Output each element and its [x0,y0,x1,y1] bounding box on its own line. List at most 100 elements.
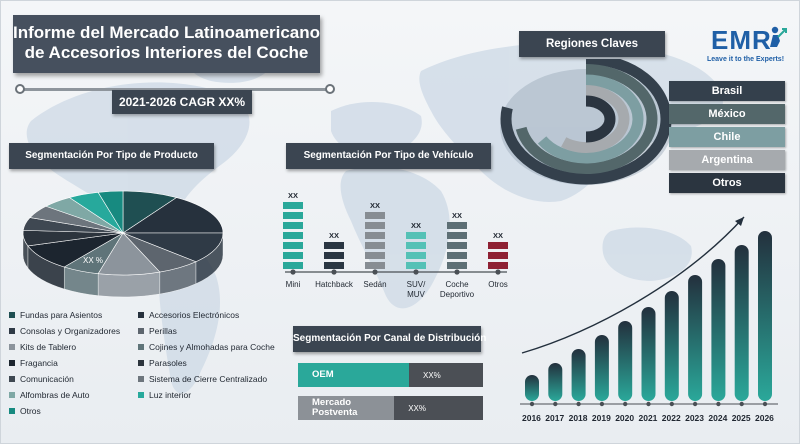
forecast-year-label: 2018 [568,413,588,423]
vehicle-bar-block [365,222,385,229]
legend-label: Comunicación [20,374,74,384]
legend-swatch [9,344,15,350]
person-arrow-icon [770,26,787,47]
distribution-bar-oem: OEM XX% [298,363,483,387]
infographic: Informe del Mercado Latinoamericano de A… [0,0,800,444]
vehicle-bar-block [283,262,303,269]
product-pie-chart: XX % [22,190,224,298]
legend-label: Kits de Tablero [20,342,77,352]
legend-item: Comunicación [9,374,74,384]
divider-dot [15,84,25,94]
legend-item: Cojines y Almohadas para Coche [138,342,275,352]
forecast-year-label: 2026 [755,413,774,423]
forecast-bar [618,321,633,401]
distribution-bar-value: XX% [394,396,483,420]
forecast-bar [641,307,656,401]
forecast-axis-dot [553,401,558,407]
legend-swatch [9,408,15,414]
legend-item: Perillas [138,326,177,336]
legend-item: Parasoles [138,358,187,368]
forecast-year-label: 2022 [661,413,681,423]
pie-slice-side [97,271,161,298]
vehicle-bar-block [447,232,467,239]
forecast-axis-dot [716,401,721,407]
legend-label: Alfombras de Auto [20,390,90,400]
forecast-year-label: 2016 [522,413,541,423]
legend-label: Perillas [149,326,177,336]
distribution-bar-label: OEM [298,363,409,387]
forecast-axis-dot [762,401,768,407]
vehicle-axis-dot [495,269,501,275]
legend-item: Accesorios Electrónicos [138,310,239,320]
forecast-bar [594,335,609,401]
distribution-bar-aftermarket: Mercado Postventa XX% [298,396,483,420]
legend-label: Cojines y Almohadas para Coche [149,342,275,352]
vehicle-bar-label: MUV [407,290,425,299]
vehicle-bar-block [283,242,303,249]
legend-swatch [9,312,15,318]
legend-item: Kits de Tablero [9,342,76,352]
distribution-heading: Segmentación Por Canal de Distribución [293,326,486,352]
forecast-axis-dot [646,401,651,407]
legend-swatch [138,360,144,366]
regions-ring-chart [500,59,672,185]
legend-label: Consolas y Organizadores [20,326,121,336]
forecast-year-label: 2023 [685,413,705,423]
legend-label: Fundas para Asientos [20,310,103,320]
legend-label: Sistema de Cierre Centralizado [149,374,268,384]
vehicle-bar-block [324,252,344,259]
forecast-bar [525,375,539,401]
title-line-1: Informe del Mercado Latinoamericano [13,23,321,42]
vehicle-axis-dot [413,269,419,275]
vehicle-bar-label: Otros [488,280,508,289]
legend-label: Otros [20,406,41,416]
vehicle-bar-block [283,212,303,219]
vehicle-bar-block [447,242,467,249]
legend-label: Luz interior [149,390,192,400]
forecast-bar [548,363,563,401]
legend-swatch [138,328,144,334]
distribution-bar-value: XX% [409,363,483,387]
vehicle-bar-block [447,222,467,229]
vehicle-bar-block [447,262,467,269]
vehicle-bar-block [365,242,385,249]
vehicle-bar-value: XX [452,211,462,220]
emr-logo: EMR Leave it to the Experts! [701,25,791,67]
forecast-year-label: 2021 [638,413,658,423]
legend-item: Fragancia [9,358,58,368]
vehicle-bar-block [365,252,385,259]
region-label: Otros [669,173,785,193]
vehicle-bar-chart: XX Mini XX Hatchback XX Sedán XX SUV/MUV XX Coche… [283,191,508,299]
vehicle-bar-block [324,262,344,269]
vehicle-bar-value: XX [370,201,380,210]
vehicle-bar-block [283,232,303,239]
forecast-bar [571,349,586,401]
vehicle-bar-block [406,252,426,259]
legend-label: Fragancia [20,358,58,368]
legend-swatch [9,328,15,334]
vehicle-bar-block [488,242,508,249]
vehicle-bar-block [283,252,303,259]
legend-label: Accesorios Electrónicos [149,310,240,320]
region-label: Argentina [669,150,785,170]
forecast-bar [688,275,703,401]
vehicle-bar-value: XX [329,231,339,240]
legend-swatch [9,392,15,398]
growth-trend-arrow [521,216,745,354]
vehicle-bar-label: Mini [286,280,301,289]
vehicle-bar-block [447,252,467,259]
vehicle-bar-label: Deportivo [440,290,475,299]
vehicle-axis-dot [331,269,337,275]
forecast-year-label: 2025 [731,413,751,423]
legend-item: Fundas para Asientos [9,310,102,320]
logo-text: EMR [711,25,772,55]
vehicle-bar-block [488,262,508,269]
report-title: Informe del Mercado Latinoamericano de A… [13,15,320,73]
forecast-year-label: 2024 [708,413,728,423]
regions-heading: Regiones Claves [519,31,665,57]
forecast-year-label: 2020 [615,413,635,423]
forecast-bar [711,259,726,401]
vehicle-bar-block [406,262,426,269]
legend-swatch [9,376,15,382]
forecast-axis-dot [623,401,628,407]
